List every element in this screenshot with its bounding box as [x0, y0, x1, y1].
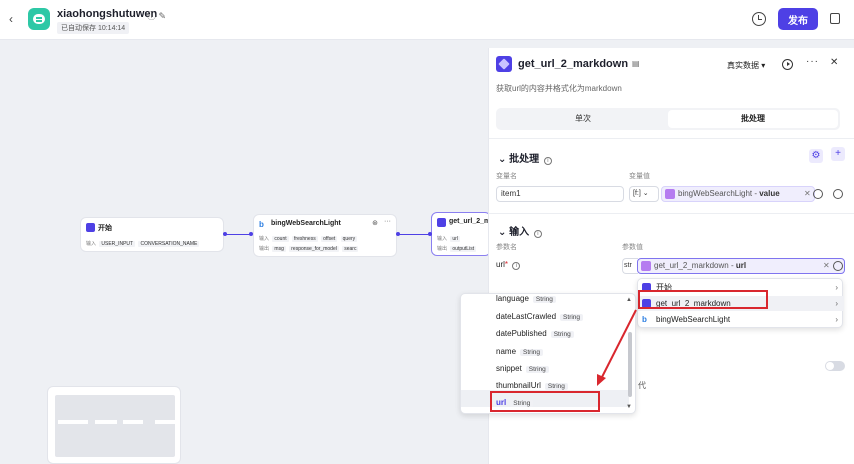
annotation-arrow	[597, 309, 637, 386]
